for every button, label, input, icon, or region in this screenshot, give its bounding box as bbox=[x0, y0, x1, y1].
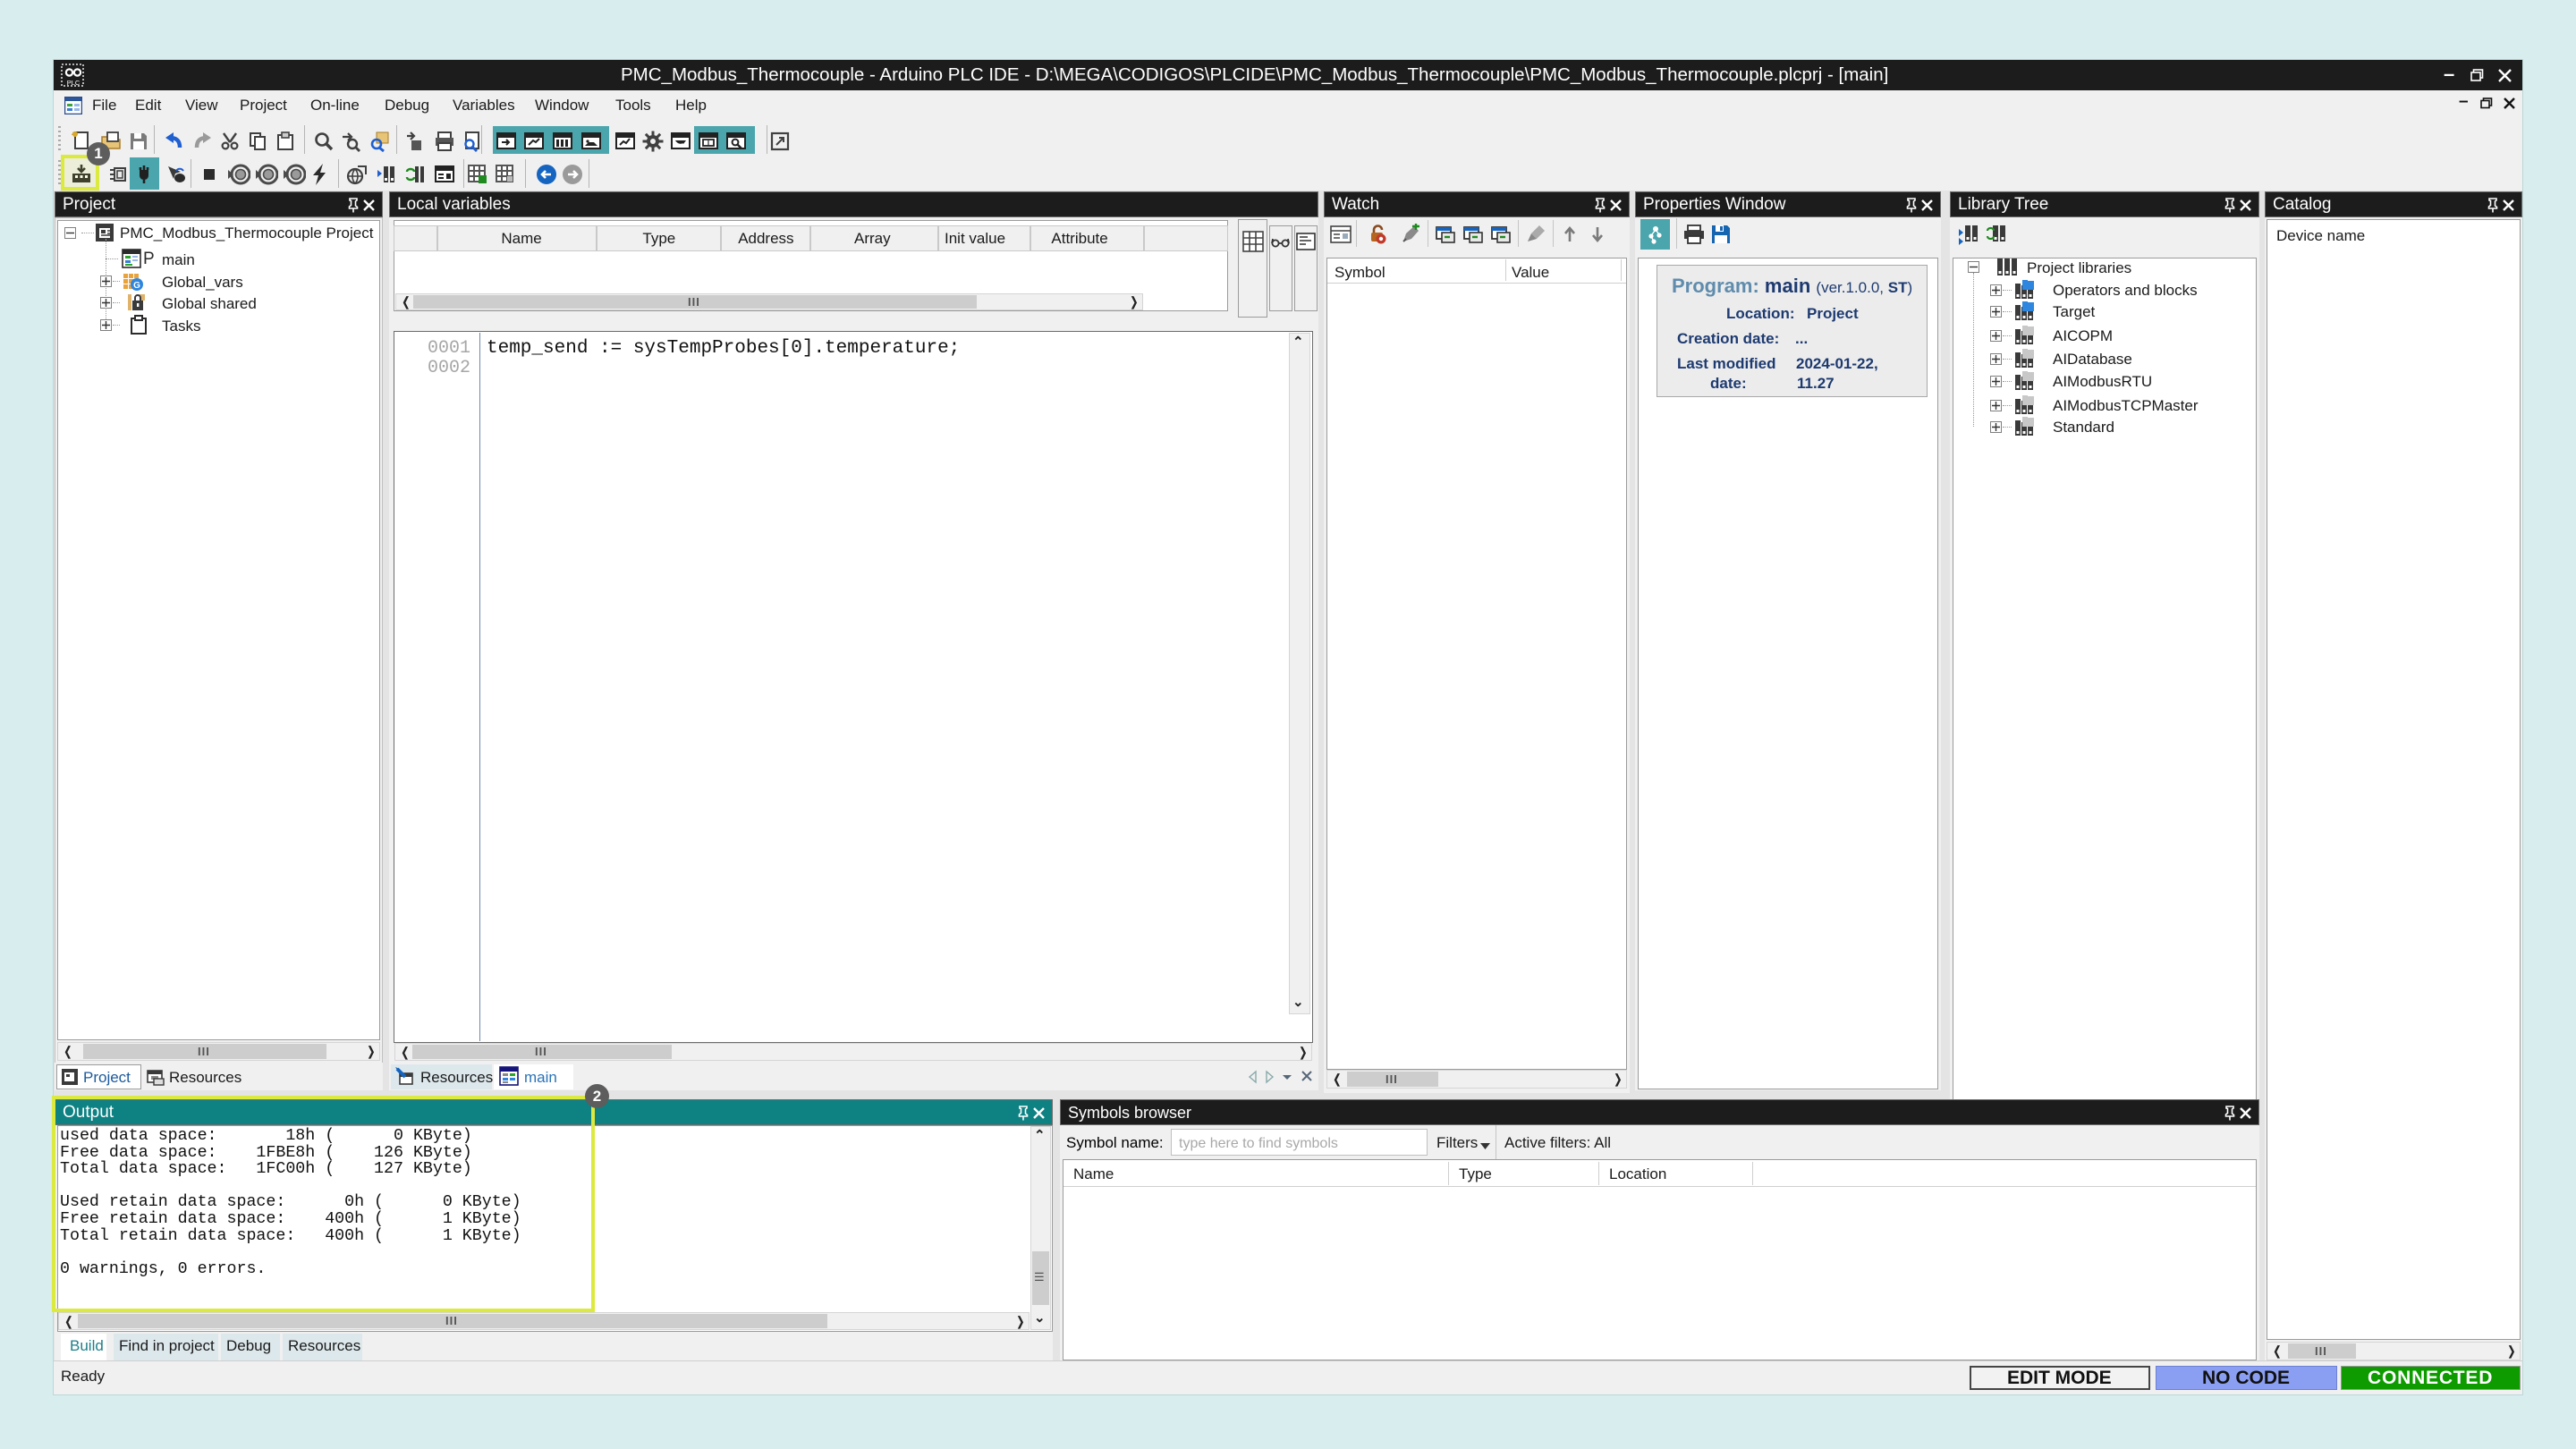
svg-text:I: I bbox=[708, 140, 709, 148]
svg-text:G: G bbox=[133, 281, 140, 291]
svg-text:PLC: PLC bbox=[67, 79, 80, 87]
